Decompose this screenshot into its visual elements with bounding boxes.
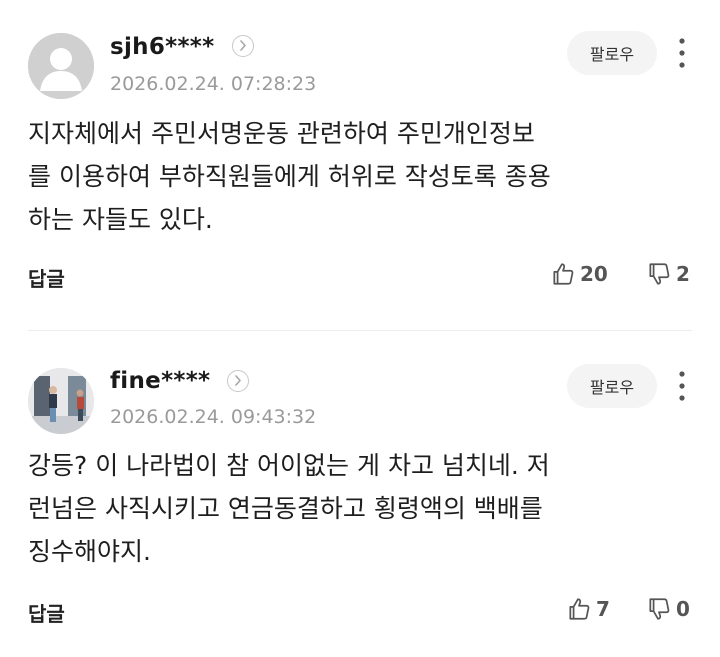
thumbs-down-icon [649,263,670,285]
comment-text: 지자체에서 주민서명운동 관련하여 주민개인정보 를 이용하여 부하직원들에게 … [28,119,551,234]
like-button[interactable]: 7 [566,596,610,622]
dislike-button[interactable]: 2 [646,261,690,287]
chevron-right-icon[interactable] [232,35,254,57]
avatar[interactable] [28,33,94,99]
thumbs-down-icon [649,598,670,620]
dislike-count: 0 [676,597,690,621]
reply-button[interactable]: 답글 [28,598,65,627]
comment-timestamp: 2026.02.24. 07:28:23 [110,73,317,95]
username[interactable]: sjh6**** [110,34,214,60]
follow-button[interactable]: 팔로우 [567,364,657,408]
comment-item: sjh6**** 2026.02.24. 07:28:23 팔로우 지자체에서 … [0,0,720,330]
chevron-right-icon[interactable] [227,370,249,392]
comment-item: fine**** 2026.02.24. 09:43:32 팔로우 강등? 이 … [0,330,720,657]
comment-text: 강등? 이 나라법이 참 어이없는 게 차고 넘치네. 저 런넘은 사직시키고 … [28,451,550,566]
username[interactable]: fine**** [110,368,210,394]
more-options-icon[interactable] [670,368,694,404]
comment-timestamp: 2026.02.24. 09:43:32 [110,406,317,428]
chevron-right-icon [235,375,241,386]
like-count: 20 [580,262,608,286]
default-person-icon [28,33,94,99]
avatar[interactable] [28,368,94,434]
like-button[interactable]: 20 [550,261,608,287]
thumbs-up-icon [553,263,574,285]
thumbs-up-icon [569,598,590,620]
more-options-icon[interactable] [670,35,694,71]
reply-button[interactable]: 답글 [28,263,65,292]
dislike-count: 2 [676,262,690,286]
dislike-button[interactable]: 0 [646,596,690,622]
chevron-right-icon [240,40,246,51]
people-photo-avatar [28,368,94,434]
like-count: 7 [596,597,610,621]
more-vertical-icon [679,371,685,401]
follow-button[interactable]: 팔로우 [567,31,657,75]
more-vertical-icon [679,38,685,68]
